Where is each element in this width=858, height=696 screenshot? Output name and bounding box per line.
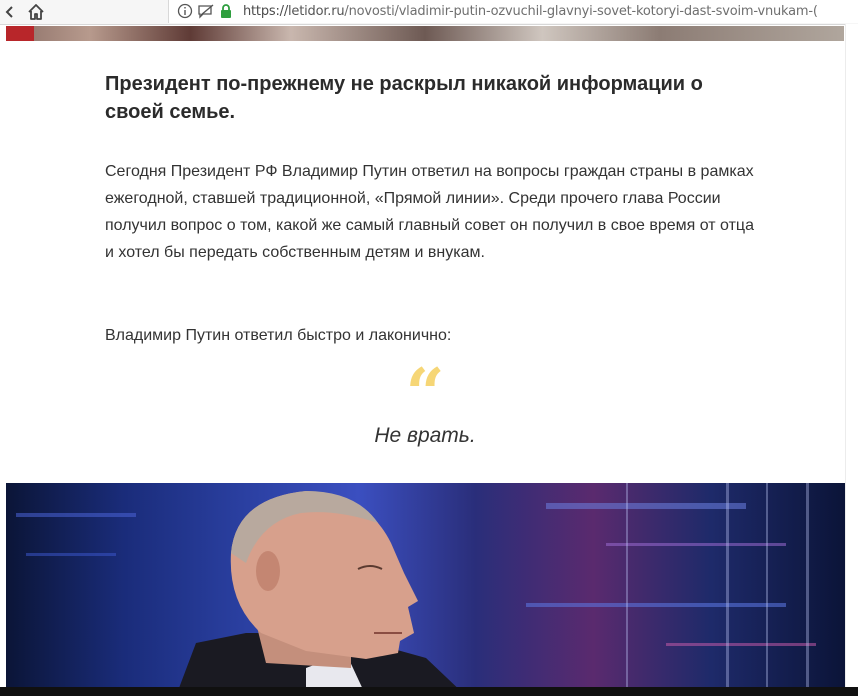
browser-toolbar: https://letidor.ru/novosti/vladimir-puti… [0, 0, 858, 25]
article-photo[interactable] [6, 483, 845, 696]
article-paragraph: Сегодня Президент РФ Владимир Путин отве… [105, 163, 754, 261]
taskbar [0, 687, 858, 696]
back-arrow-icon[interactable] [0, 2, 20, 22]
article-subheading: Президент по-прежнему не раскрыл никакой… [105, 73, 703, 123]
article-paragraph: Владимир Путин ответил быстро и лаконичн… [105, 327, 452, 344]
tracking-protection-icon[interactable] [197, 3, 214, 19]
page-right-margin [845, 24, 858, 696]
quote-mark-icon: “ [405, 354, 445, 434]
url-path: /novosti/vladimir-putin-ozvuchil-glavnyi… [344, 4, 818, 19]
lock-icon[interactable] [219, 3, 235, 19]
address-bar[interactable]: https://letidor.ru/novosti/vladimir-puti… [168, 0, 858, 23]
pull-quote: Не врать. [374, 424, 476, 447]
previous-image-bottom-edge [6, 26, 844, 41]
url-scheme: https:// [243, 4, 288, 19]
info-icon[interactable] [177, 3, 193, 19]
url-text[interactable]: https://letidor.ru/novosti/vladimir-puti… [243, 4, 855, 19]
url-host: letidor.ru [288, 4, 345, 19]
home-icon[interactable] [26, 2, 46, 22]
